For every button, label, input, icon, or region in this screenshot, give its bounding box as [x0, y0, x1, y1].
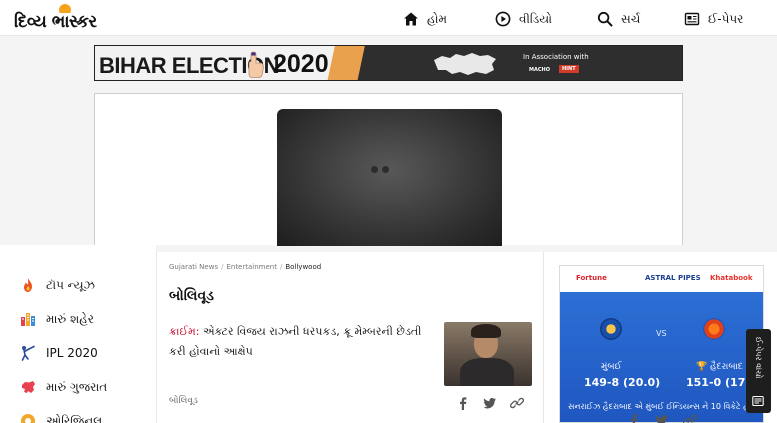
team2-name-text: હૈદરાબાદ — [710, 362, 743, 372]
sidebar-item-label: ટૉપ ન્યૂઝ — [46, 277, 95, 292]
nav-epaper[interactable]: ઈ-પેપર — [684, 10, 743, 28]
page-title: બોલિવૂડ — [169, 288, 214, 304]
nav-video-label: વીડિયો — [519, 11, 553, 26]
link-icon — [682, 414, 698, 423]
nav-video[interactable]: વીડિયો — [495, 10, 552, 28]
team1-score: 149-8 (20.0) — [584, 376, 661, 389]
sponsor-khatabook: Khatabook — [710, 274, 753, 282]
story-headline: એક્ટર વિજય રાઝની ધરપકડ, ક્રૂ મેમ્બરની છે… — [169, 325, 422, 358]
sunrisers-hyderabad-logo — [703, 318, 725, 340]
link-icon — [509, 397, 525, 409]
bihar-map-icon — [434, 53, 496, 75]
sticky-tab-label: ઈ-પેપર વાંચો — [754, 337, 763, 379]
twitter-icon — [483, 398, 496, 409]
video-player[interactable] — [277, 109, 502, 246]
facebook-share-button[interactable] — [456, 395, 470, 410]
story-thumbnail[interactable] — [444, 322, 532, 386]
logo-text: દિવ્ય ભાસ્કર — [14, 12, 97, 32]
play-circle-icon — [495, 11, 511, 27]
search-icon — [597, 11, 613, 27]
mumbai-indians-logo — [600, 318, 622, 340]
sponsor-fortune: Fortune — [576, 274, 607, 282]
read-epaper-sticky-tab[interactable]: ઈ-પેપર વાંચો — [746, 329, 771, 413]
facebook-icon — [631, 414, 638, 423]
banner-association-text: In Association with — [523, 53, 589, 61]
scorecard-twitter-share[interactable] — [655, 412, 669, 423]
sidebar-item-label: મારું ગુજરાત — [46, 379, 108, 394]
story-category[interactable]: બોલિવૂડ — [169, 396, 198, 406]
team1-name: મુંબઈ — [601, 362, 622, 372]
breadcrumb-current: Bollywood — [285, 263, 322, 271]
loading-dot — [371, 166, 378, 173]
newspaper-icon — [684, 12, 700, 26]
story-tag: ક્રાઈમ: — [169, 325, 200, 338]
sidebar-item-label: મારું શહેર — [46, 311, 95, 326]
nav-search[interactable]: સર્ચ — [597, 10, 640, 28]
bihar-election-banner[interactable]: BIHAR ELECTION 2020 In Association with … — [94, 45, 683, 81]
twitter-share-button[interactable] — [483, 395, 497, 409]
copy-link-button[interactable] — [509, 395, 525, 409]
story-headline-link[interactable]: ક્રાઈમ: એક્ટર વિજય રાઝની ધરપકડ, ક્રૂ મેમ… — [169, 322, 441, 362]
loading-dot — [382, 166, 389, 173]
team2-name: 🏆 હૈદરાબાદ — [696, 362, 743, 372]
newspaper-icon — [752, 395, 764, 407]
nav-epaper-label: ઈ-પેપર — [708, 11, 744, 26]
sidebar-item-my-city[interactable]: મારું શહેર — [20, 309, 94, 329]
gujarat-map-icon — [20, 379, 36, 395]
banner-accent-stripe — [327, 46, 365, 80]
video-ad-container — [94, 93, 683, 246]
facebook-icon — [460, 397, 467, 410]
sidebar-item-ipl[interactable]: IPL 2020 — [20, 343, 98, 363]
scorecard-sponsors: Fortune ASTRAL PIPES Khatabook — [560, 266, 763, 292]
scorecard-copy-link[interactable] — [682, 412, 698, 423]
original-icon — [20, 413, 36, 423]
match-result: સનરાઈઝ હૈદરાબાદ એ મુંબઈ ઈન્ડિયન્સ ને 10 … — [568, 402, 764, 411]
banner-sponsor-macho: MACHO — [529, 67, 550, 73]
sponsor-astral: ASTRAL PIPES — [645, 274, 701, 282]
sidebar-item-original[interactable]: ઓરિજિનલ — [20, 411, 102, 423]
breadcrumb: Gujarati News / Entertainment / Bollywood — [169, 263, 322, 271]
nav-search-label: સર્ચ — [621, 11, 641, 26]
right-column: Fortune ASTRAL PIPES Khatabook VS મુંબઈ … — [544, 252, 777, 423]
fire-icon — [20, 277, 36, 293]
divya-bhaskar-logo[interactable]: દિવ્ય ભાસ્કર — [12, 4, 108, 34]
city-icon — [20, 311, 36, 327]
left-sidebar: ટૉપ ન્યૂઝ મારું શહેર IPL 2020 મારું ગુજર… — [0, 245, 156, 423]
top-navigation: દિવ્ય ભાસ્કર હોમ વીડિયો સર્ચ ઈ-પેપર — [0, 0, 777, 36]
twitter-icon — [655, 415, 668, 423]
voting-finger-icon — [248, 51, 264, 78]
main-content: Gujarati News / Entertainment / Bollywood બો… — [156, 252, 544, 423]
nav-home-label: હોમ — [427, 11, 448, 26]
nav-home[interactable]: હોમ — [403, 10, 447, 28]
banner-sponsor-hint: HINT — [559, 65, 579, 73]
sidebar-item-top-news[interactable]: ટૉપ ન્યૂઝ — [20, 275, 95, 295]
home-icon — [404, 12, 418, 26]
sidebar-item-label: IPL 2020 — [46, 346, 98, 360]
breadcrumb-item[interactable]: Gujarati News — [169, 263, 218, 271]
breadcrumb-item[interactable]: Entertainment — [226, 263, 277, 271]
ipl-scorecard[interactable]: Fortune ASTRAL PIPES Khatabook VS મુંબઈ … — [559, 265, 764, 423]
sidebar-item-label: ઓરિજિનલ — [46, 413, 103, 423]
scorecard-facebook-share[interactable] — [627, 412, 641, 423]
versus-label: VS — [656, 329, 667, 338]
cricket-icon — [20, 345, 36, 361]
sidebar-item-my-gujarat[interactable]: મારું ગુજરાત — [20, 377, 107, 397]
banner-year: 2020 — [273, 50, 329, 78]
